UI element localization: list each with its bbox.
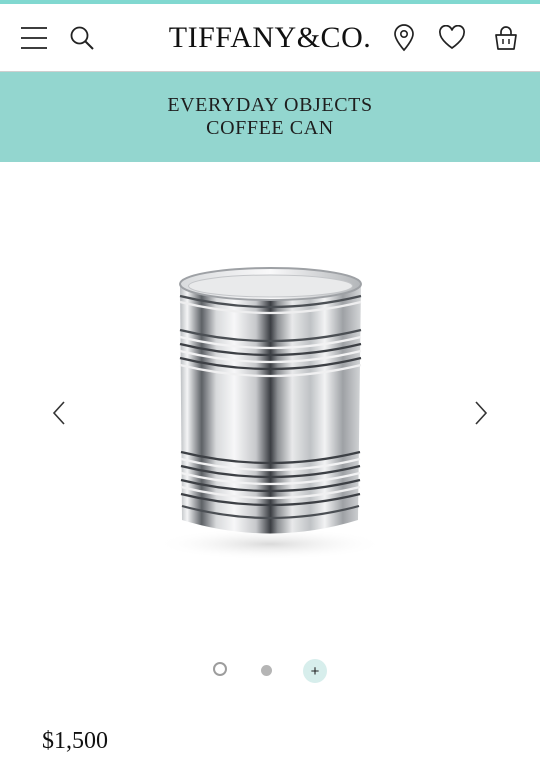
- next-image-arrow-icon[interactable]: [468, 398, 492, 428]
- location-pin-icon[interactable]: [390, 4, 418, 71]
- site-header: TIFFANY&CO.: [0, 4, 540, 72]
- brand-logo[interactable]: TIFFANY&CO.: [150, 4, 390, 71]
- shopping-bag-icon[interactable]: [491, 4, 521, 71]
- carousel-dot-active[interactable]: [213, 662, 227, 676]
- heart-icon[interactable]: [437, 4, 467, 71]
- product-price: $1,500: [42, 728, 108, 754]
- carousel-more-button[interactable]: +: [303, 659, 327, 683]
- product-image: [155, 267, 385, 560]
- menu-icon[interactable]: [18, 4, 50, 71]
- product-name: COFFEE CAN: [206, 117, 334, 139]
- product-title-banner: EVERYDAY OBJECTS COFFEE CAN: [0, 72, 540, 162]
- carousel-dot[interactable]: [261, 665, 272, 676]
- search-icon[interactable]: [66, 4, 98, 71]
- product-category: EVERYDAY OBJECTS: [167, 94, 373, 116]
- previous-image-arrow-icon[interactable]: [48, 398, 72, 428]
- carousel-pagination: +: [0, 658, 540, 686]
- product-image-carousel[interactable]: [0, 162, 540, 652]
